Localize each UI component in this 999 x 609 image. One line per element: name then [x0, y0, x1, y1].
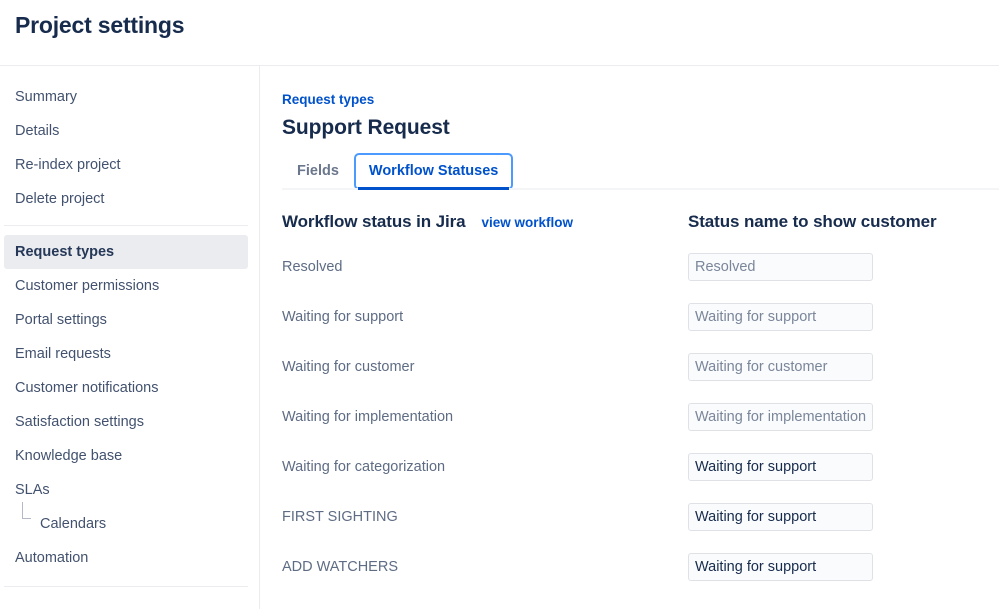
- customer-name-cell: [688, 402, 999, 431]
- tab-workflow-statuses[interactable]: Workflow Statuses: [353, 153, 514, 190]
- sidebar-item-label: Calendars: [40, 516, 107, 532]
- table-header-row: Workflow status in Jira view workflow St…: [282, 212, 999, 242]
- column-header-jira-status: Workflow status in Jira: [282, 211, 466, 231]
- jira-status-label: Waiting for categorization: [282, 458, 446, 475]
- settings-sidebar: Summary Details Re-index project Delete pro…: [0, 66, 260, 609]
- main-content: Request types Support Request Fields Work…: [260, 66, 999, 609]
- sidebar-item-delete-project[interactable]: Delete project: [4, 182, 248, 216]
- column-customer-name: Status name to show customer: [688, 212, 999, 232]
- sidebar-item-re-index-project[interactable]: Re-index project: [4, 148, 248, 182]
- customer-status-name-input[interactable]: [688, 402, 873, 431]
- column-header-customer-name: Status name to show customer: [688, 211, 937, 231]
- sidebar-item-satisfaction-settings[interactable]: Satisfaction settings: [4, 405, 248, 439]
- sidebar-item-label: Details: [15, 123, 60, 139]
- column-jira-status: Workflow status in Jira view workflow: [282, 212, 688, 232]
- tab-strip: Fields Workflow Statuses: [282, 153, 999, 190]
- customer-status-name-input[interactable]: [688, 502, 873, 531]
- sidebar-item-customer-permissions[interactable]: Customer permissions: [4, 269, 248, 303]
- tab-label: Workflow Statuses: [368, 163, 499, 179]
- tab-label: Fields: [297, 163, 339, 179]
- sidebar-item-label: Email requests: [15, 346, 111, 362]
- project-settings-page: Project settings Summary Details Re-index …: [0, 0, 999, 609]
- sidebar-item-label: Automation: [15, 550, 89, 566]
- sidebar-item-request-types[interactable]: Request types: [4, 235, 248, 269]
- table-row: ADD WATCHERS: [282, 542, 999, 592]
- table-row: Waiting for implementation: [282, 392, 999, 442]
- sidebar-item-label: Request types: [15, 244, 115, 260]
- customer-status-name-input[interactable]: [688, 552, 873, 581]
- sidebar-item-label: Portal settings: [15, 312, 107, 328]
- sidebar-item-portal-settings[interactable]: Portal settings: [4, 303, 248, 337]
- tab-fields[interactable]: Fields: [282, 162, 354, 190]
- workflow-statuses-table: Workflow status in Jira view workflow St…: [282, 212, 999, 592]
- customer-name-cell: [688, 552, 999, 581]
- sidebar-item-customer-notifications[interactable]: Customer notifications: [4, 371, 248, 405]
- tree-connector-icon: [22, 502, 31, 519]
- page-title: Project settings: [15, 12, 185, 38]
- content-title: Support Request: [282, 115, 450, 139]
- sidebar-item-automation[interactable]: Automation: [4, 541, 248, 575]
- jira-status-label: ADD WATCHERS: [282, 558, 398, 575]
- sidebar-item-knowledge-base[interactable]: Knowledge base: [4, 439, 248, 473]
- sidebar-item-label: Re-index project: [15, 157, 121, 173]
- customer-name-cell: [688, 302, 999, 331]
- jira-status-label: Waiting for support: [282, 308, 404, 325]
- customer-name-cell: [688, 452, 999, 481]
- tab-list: Fields Workflow Statuses: [282, 153, 999, 190]
- jira-status-label: Waiting for customer: [282, 358, 415, 375]
- sidebar-item-slas[interactable]: SLAs: [4, 473, 248, 507]
- table-row: Waiting for customer: [282, 342, 999, 392]
- customer-status-name-input[interactable]: [688, 352, 873, 381]
- customer-status-name-input[interactable]: [688, 252, 873, 281]
- table-row: FIRST SIGHTING: [282, 492, 999, 542]
- sidebar-item-calendars[interactable]: Calendars: [4, 502, 248, 541]
- jira-status-label: Resolved: [282, 258, 343, 275]
- sidebar-item-details[interactable]: Details: [4, 114, 248, 148]
- sidebar-item-email-requests[interactable]: Email requests: [4, 337, 248, 371]
- sidebar-item-summary[interactable]: Summary: [4, 80, 248, 114]
- table-body: Resolved Waiting for support Waiting for c…: [282, 242, 999, 592]
- sidebar-item-label: Customer permissions: [15, 278, 160, 294]
- table-row: Waiting for support: [282, 292, 999, 342]
- sidebar-item-label: Knowledge base: [15, 448, 123, 464]
- table-row: Resolved: [282, 242, 999, 292]
- page-header: Project settings: [0, 0, 999, 66]
- sidebar-item-label: Customer notifications: [15, 380, 159, 396]
- jira-status-label: Waiting for implementation: [282, 408, 454, 425]
- sidebar-item-label: SLAs: [15, 482, 50, 498]
- customer-status-name-input[interactable]: [688, 452, 873, 481]
- customer-status-name-input[interactable]: [688, 302, 873, 331]
- customer-name-cell: [688, 502, 999, 531]
- sidebar-item-label: Summary: [15, 89, 78, 105]
- customer-name-cell: [688, 252, 999, 281]
- jira-status-label: FIRST SIGHTING: [282, 508, 398, 525]
- view-workflow-link[interactable]: view workflow: [481, 215, 573, 230]
- sidebar-item-label: Satisfaction settings: [15, 414, 144, 430]
- customer-name-cell: [688, 352, 999, 381]
- table-row: Waiting for categorization: [282, 442, 999, 492]
- sidebar-divider-bottom: [4, 586, 248, 587]
- sidebar-item-label: Delete project: [15, 191, 105, 207]
- breadcrumb-request-types[interactable]: Request types: [282, 93, 999, 107]
- sidebar-divider: [4, 225, 248, 226]
